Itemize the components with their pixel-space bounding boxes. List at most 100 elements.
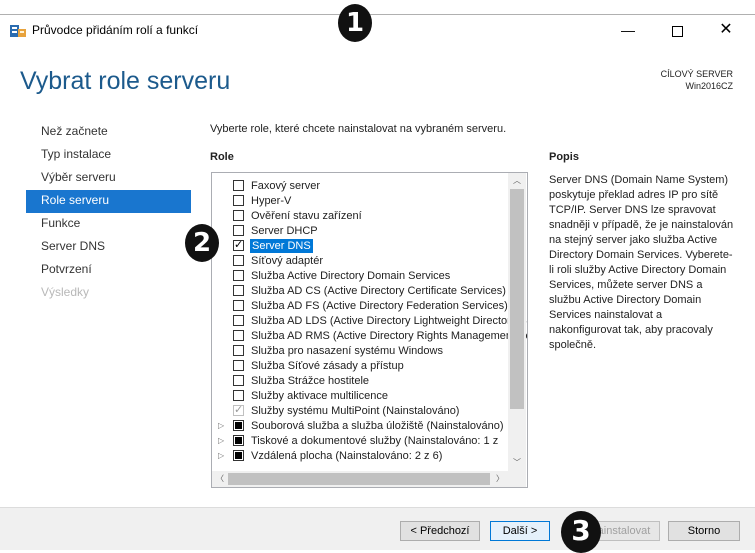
role-label: Služby systému MultiPoint (Nainstalováno…: [251, 405, 460, 417]
checkbox[interactable]: [233, 270, 244, 281]
role-item[interactable]: Síťový adaptér: [212, 254, 508, 269]
cancel-button[interactable]: Storno: [668, 521, 740, 541]
page-title: Vybrat role serveru: [20, 67, 231, 95]
nav-item-before-you-begin[interactable]: Než začnete: [26, 121, 191, 144]
role-label: Služba Strážce hostitele: [251, 375, 370, 387]
instruction-text: Vyberte role, které chcete nainstalovat …: [210, 123, 507, 135]
role-item[interactable]: ▷ Souborová služba a služba úložiště (Na…: [212, 419, 508, 434]
scrollbar-thumb[interactable]: [228, 473, 490, 485]
expand-arrow-icon[interactable]: ▷: [218, 435, 224, 447]
horizontal-scrollbar[interactable]: 〈 〉: [212, 471, 508, 487]
checkbox-partial[interactable]: [233, 420, 244, 431]
scrollbar-thumb[interactable]: [510, 189, 524, 409]
roles-list[interactable]: Faxový server Hyper-V Ověření stavu zaří…: [211, 172, 528, 488]
role-label: Faxový server: [251, 180, 321, 192]
target-server-label: CÍLOVÝ SERVER: [660, 69, 733, 79]
maximize-icon: [671, 25, 683, 37]
role-item[interactable]: Služba Síťové zásady a přístup: [212, 359, 508, 374]
role-item[interactable]: Ověření stavu zařízení: [212, 209, 508, 224]
role-label: Služba Active Directory Domain Services: [251, 270, 451, 282]
expand-arrow-icon[interactable]: ▷: [218, 420, 224, 432]
checkbox[interactable]: [233, 225, 244, 236]
role-label: Služba AD FS (Active Directory Federatio…: [251, 300, 508, 312]
wizard-nav: Než začnete Typ instalace Výběr serveru …: [26, 121, 191, 305]
checkbox[interactable]: [233, 330, 244, 341]
scroll-up-icon[interactable]: ︿: [508, 173, 526, 189]
role-label: Služba Síťové zásady a přístup: [251, 360, 404, 372]
step-badge-3: 3: [561, 511, 601, 553]
role-description: Server DNS (Domain Name System) poskytuj…: [549, 174, 734, 351]
checkbox-partial[interactable]: [233, 450, 244, 461]
wizard-window: Průvodce přidáním rolí a funkcí — ✕ Vybr…: [0, 0, 755, 553]
role-item[interactable]: ✓ Server DNS: [212, 239, 508, 254]
checkbox[interactable]: [233, 210, 244, 221]
role-item[interactable]: ▷ Vzdálená plocha (Nainstalováno: 2 z 6): [212, 449, 508, 464]
role-item[interactable]: Služba Active Directory Domain Services: [212, 269, 508, 284]
target-server-name: Win2016CZ: [685, 81, 733, 91]
vertical-scrollbar[interactable]: ︿ ﹀: [508, 173, 526, 471]
role-item[interactable]: ▷ Tiskové a dokumentové služby (Nainstal…: [212, 434, 508, 449]
role-label: Služba AD LDS (Active Directory Lightwei…: [251, 315, 527, 327]
title-bar: Průvodce přidáním rolí a funkcí — ✕: [0, 14, 755, 45]
role-item[interactable]: Služba pro nasazení systému Windows: [212, 344, 508, 359]
checkbox[interactable]: [233, 345, 244, 356]
role-item[interactable]: Faxový server: [212, 179, 508, 194]
next-button[interactable]: Další >: [490, 521, 550, 541]
checkbox[interactable]: [233, 300, 244, 311]
nav-item-features[interactable]: Funkce: [26, 213, 191, 236]
checkbox[interactable]: [233, 255, 244, 266]
close-button[interactable]: ✕: [704, 15, 748, 45]
role-label: Tiskové a dokumentové služby (Nainstalov…: [251, 435, 499, 447]
checkbox-partial[interactable]: [233, 435, 244, 446]
previous-button[interactable]: < Předchozí: [400, 521, 480, 541]
role-item[interactable]: Server DHCP: [212, 224, 508, 239]
role-label: Vzdálená plocha (Nainstalováno: 2 z 6): [251, 450, 443, 462]
role-item[interactable]: Služba AD RMS (Active Directory Rights M…: [212, 329, 527, 344]
role-label: Služba AD CS (Active Directory Certifica…: [251, 285, 506, 297]
role-label: Server DNS: [250, 239, 313, 253]
nav-item-installation-type[interactable]: Typ instalace: [26, 144, 191, 167]
role-label: Ověření stavu zařízení: [251, 210, 362, 222]
role-label: Server DHCP: [251, 225, 318, 237]
minimize-button[interactable]: —: [606, 15, 650, 45]
description-heading: Popis: [549, 151, 579, 163]
role-label: Souborová služba a služba úložiště (Nain…: [251, 420, 504, 432]
roles-heading: Role: [210, 151, 234, 163]
checkbox[interactable]: [233, 390, 244, 401]
step-badge-2: 2: [185, 224, 219, 262]
role-item[interactable]: Služba AD CS (Active Directory Certifica…: [212, 284, 508, 299]
checkbox[interactable]: [233, 285, 244, 296]
page-header: Vybrat role serveru CÍLOVÝ SERVER Win201…: [0, 44, 755, 108]
nav-item-server-selection[interactable]: Výběr serveru: [26, 167, 191, 190]
checkbox[interactable]: [233, 195, 244, 206]
role-label: Hyper-V: [251, 195, 292, 207]
scroll-right-icon[interactable]: 〉: [492, 471, 508, 487]
nav-item-confirmation[interactable]: Potvrzení: [26, 259, 191, 282]
role-label: Služba AD RMS (Active Directory Rights M…: [251, 330, 527, 342]
scroll-left-icon[interactable]: 〈: [212, 471, 228, 487]
role-item[interactable]: Služba AD FS (Active Directory Federatio…: [212, 299, 508, 314]
checkbox[interactable]: [233, 375, 244, 386]
role-item[interactable]: Služba Strážce hostitele: [212, 374, 508, 389]
checkbox[interactable]: [233, 360, 244, 371]
nav-item-server-roles[interactable]: Role serveru: [26, 190, 191, 213]
checkbox-checked[interactable]: ✓: [233, 240, 244, 251]
expand-arrow-icon[interactable]: ▷: [218, 450, 224, 462]
nav-item-results: Výsledky: [41, 285, 90, 299]
scroll-down-icon[interactable]: ﹀: [508, 455, 526, 471]
role-item[interactable]: ✓ Služby systému MultiPoint (Nainstalová…: [212, 404, 508, 419]
role-item[interactable]: Služba AD LDS (Active Directory Lightwei…: [212, 314, 527, 329]
checkbox-checked-disabled: ✓: [233, 404, 244, 416]
step-badge-1: 1: [338, 4, 372, 42]
checkbox[interactable]: [233, 315, 244, 326]
maximize-button[interactable]: [655, 15, 699, 45]
role-label: Služby aktivace multilicence: [251, 390, 388, 402]
scrollbar-corner: [508, 471, 526, 487]
window-title: Průvodce přidáním rolí a funkcí: [32, 23, 199, 37]
role-label: Služba pro nasazení systému Windows: [251, 345, 443, 357]
checkbox[interactable]: [233, 180, 244, 191]
role-label: Síťový adaptér: [251, 255, 323, 267]
nav-item-dns-server[interactable]: Server DNS: [26, 236, 191, 259]
role-item[interactable]: Hyper-V: [212, 194, 508, 209]
role-item[interactable]: Služby aktivace multilicence: [212, 389, 508, 404]
